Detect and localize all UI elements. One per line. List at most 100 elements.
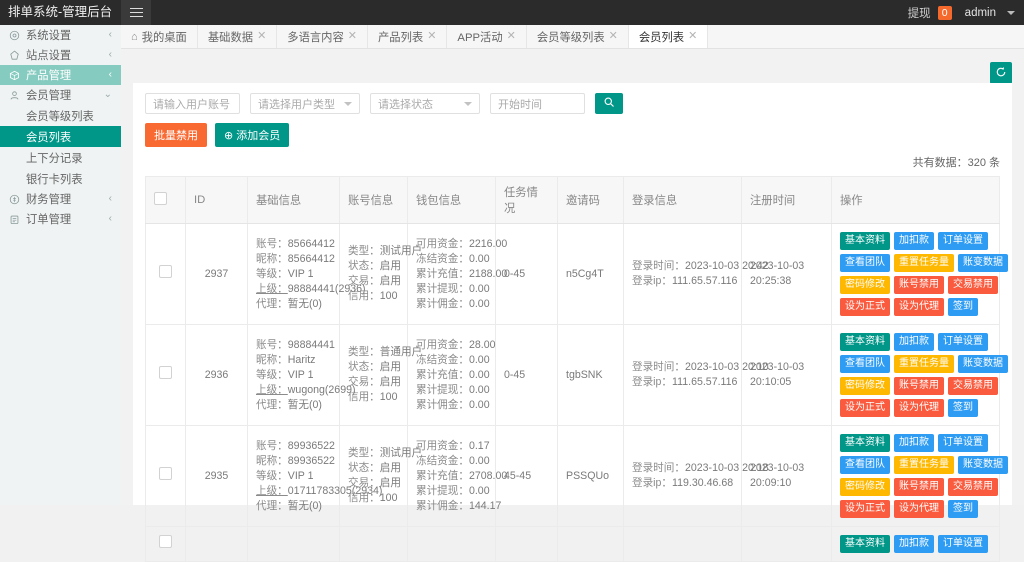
set-official-button[interactable]: 设为正式 <box>840 500 890 518</box>
withdraw-link[interactable]: 提现 <box>908 5 931 21</box>
sidebar-label: 会员列表 <box>26 129 71 145</box>
basic-info-button[interactable]: 基本资料 <box>840 333 890 351</box>
search-button[interactable] <box>595 93 623 114</box>
label-login-time: 登录时间： <box>632 260 685 272</box>
tab-label: APP活动 <box>457 29 502 45</box>
value-available: 2216.00 <box>469 238 507 250</box>
set-official-button[interactable]: 设为正式 <box>840 298 890 316</box>
check-in-button[interactable]: 签到 <box>948 500 978 518</box>
view-team-button[interactable]: 查看团队 <box>840 254 890 272</box>
bulk-disable-button[interactable]: 批量禁用 <box>145 123 207 147</box>
status-select[interactable]: 请选择状态 <box>370 93 480 114</box>
table-row[interactable]: 2937 账号：85664412 昵称：85664412 等级：VIP 1 上级… <box>146 224 1000 325</box>
value-withdraw: 0.00 <box>469 283 490 295</box>
menu-toggle-button[interactable] <box>121 0 151 25</box>
reset-task-count-button[interactable]: 重置任务量 <box>894 355 954 373</box>
label-credit: 信用： <box>348 391 380 403</box>
disable-account-button[interactable]: 账号禁用 <box>894 478 944 496</box>
disable-trade-button[interactable]: 交易禁用 <box>948 377 998 395</box>
value-recharge: 2188.00 <box>469 268 507 280</box>
close-icon[interactable]: ✕ <box>257 31 266 42</box>
tab-basic-data[interactable]: 基础数据 ✕ <box>198 25 277 48</box>
disable-trade-button[interactable]: 交易禁用 <box>948 276 998 294</box>
adjust-balance-button[interactable]: 加扣款 <box>894 232 934 250</box>
close-icon[interactable]: ✕ <box>609 31 618 42</box>
add-member-button[interactable]: ⊕ 添加会员 <box>215 123 289 147</box>
account-change-data-button[interactable]: 账变数据 <box>958 456 1008 474</box>
tab-member-list[interactable]: 会员列表 ✕ <box>629 25 708 48</box>
check-in-button[interactable]: 签到 <box>948 399 978 417</box>
sidebar-item-finance-management[interactable]: 财务管理 ‹ <box>0 189 121 209</box>
reset-task-count-button[interactable]: 重置任务量 <box>894 254 954 272</box>
user-type-select[interactable]: 请选择用户类型 <box>250 93 360 114</box>
label-login-time: 登录时间： <box>632 361 685 373</box>
search-account-input[interactable]: 请输入用户账号 <box>145 93 240 114</box>
disable-account-button[interactable]: 账号禁用 <box>894 377 944 395</box>
close-icon[interactable]: ✕ <box>427 31 436 42</box>
sidebar-item-bank-card-list[interactable]: 银行卡列表 <box>0 168 121 189</box>
basic-info-button[interactable]: 基本资料 <box>840 232 890 250</box>
table-row[interactable]: 2935 账号：89936522 昵称：89936522 等级：VIP 1 上级… <box>146 426 1000 527</box>
sidebar-item-order-management[interactable]: 订单管理 ‹ <box>0 209 121 229</box>
value-commission: 144.17 <box>469 500 501 512</box>
set-agent-button[interactable]: 设为代理 <box>894 500 944 518</box>
sidebar-item-point-records[interactable]: 上下分记录 <box>0 147 121 168</box>
sidebar-item-system-settings[interactable]: 系统设置 ‹ <box>0 25 121 45</box>
check-in-button[interactable]: 签到 <box>948 298 978 316</box>
tab-my-desktop[interactable]: ⌂ 我的桌面 <box>121 25 198 48</box>
basic-info-button[interactable]: 基本资料 <box>840 434 890 452</box>
adjust-balance-button[interactable]: 加扣款 <box>894 535 934 553</box>
home-icon: ⌂ <box>131 31 138 43</box>
row-checkbox[interactable] <box>159 467 172 480</box>
set-agent-button[interactable]: 设为代理 <box>894 298 944 316</box>
sidebar-item-member-management[interactable]: 会员管理 ⌄ <box>0 85 121 105</box>
order-settings-button[interactable]: 订单设置 <box>938 434 988 452</box>
row-checkbox[interactable] <box>159 535 172 548</box>
tab-member-level-list[interactable]: 会员等级列表 ✕ <box>527 25 629 48</box>
start-time-input[interactable]: 开始时间 <box>490 93 585 114</box>
tab-multilanguage-content[interactable]: 多语言内容 ✕ <box>277 25 368 48</box>
account-change-data-button[interactable]: 账变数据 <box>958 254 1008 272</box>
change-password-button[interactable]: 密码修改 <box>840 377 890 395</box>
view-team-button[interactable]: 查看团队 <box>840 355 890 373</box>
cell-wallet-info: 可用资金：2216.00 冻结资金：0.00 累计充值：2188.00 累计提现… <box>408 224 496 325</box>
cell-account-info: 类型：普通用户 状态：启用 交易：启用 信用：100 <box>340 325 408 426</box>
tab-product-list[interactable]: 产品列表 ✕ <box>368 25 447 48</box>
disable-account-button[interactable]: 账号禁用 <box>894 276 944 294</box>
row-checkbox[interactable] <box>159 366 172 379</box>
change-password-button[interactable]: 密码修改 <box>840 276 890 294</box>
select-all-checkbox[interactable] <box>154 192 167 205</box>
set-official-button[interactable]: 设为正式 <box>840 399 890 417</box>
disable-trade-button[interactable]: 交易禁用 <box>948 478 998 496</box>
table-row[interactable]: 基本资料 加扣款 订单设置 <box>146 527 1000 562</box>
hamburger-icon <box>130 12 143 14</box>
view-team-button[interactable]: 查看团队 <box>840 456 890 474</box>
sidebar-item-site-settings[interactable]: 站点设置 ‹ <box>0 45 121 65</box>
table-row[interactable]: 2936 账号：98884441 昵称：Haritz 等级：VIP 1 上级：w… <box>146 325 1000 426</box>
refresh-button[interactable] <box>990 62 1012 84</box>
sidebar-item-member-list[interactable]: 会员列表 <box>0 126 121 147</box>
action-row: 查看团队 重置任务量 账变数据 <box>840 355 991 373</box>
value-credit: 100 <box>380 391 398 403</box>
close-icon[interactable]: ✕ <box>688 31 697 42</box>
sidebar-item-product-management[interactable]: 产品管理 ‹ <box>0 65 121 85</box>
reset-task-count-button[interactable]: 重置任务量 <box>894 456 954 474</box>
order-settings-button[interactable]: 订单设置 <box>938 333 988 351</box>
chevron-left-icon: ‹ <box>109 194 112 204</box>
row-checkbox[interactable] <box>159 265 172 278</box>
label-recharge: 累计充值： <box>416 470 469 482</box>
basic-info-button[interactable]: 基本资料 <box>840 535 890 553</box>
tab-app-activity[interactable]: APP活动 ✕ <box>447 25 526 48</box>
account-change-data-button[interactable]: 账变数据 <box>958 355 1008 373</box>
admin-menu[interactable]: admin <box>965 7 996 19</box>
change-password-button[interactable]: 密码修改 <box>840 478 890 496</box>
close-icon[interactable]: ✕ <box>507 31 516 42</box>
adjust-balance-button[interactable]: 加扣款 <box>894 333 934 351</box>
member-list-panel: 请输入用户账号 请选择用户类型 请选择状态 开始时间 批量禁用 ⊕ 添加会员 <box>133 83 1012 505</box>
order-settings-button[interactable]: 订单设置 <box>938 232 988 250</box>
close-icon[interactable]: ✕ <box>348 31 357 42</box>
order-settings-button[interactable]: 订单设置 <box>938 535 988 553</box>
adjust-balance-button[interactable]: 加扣款 <box>894 434 934 452</box>
sidebar-item-member-level-list[interactable]: 会员等级列表 <box>0 105 121 126</box>
set-agent-button[interactable]: 设为代理 <box>894 399 944 417</box>
